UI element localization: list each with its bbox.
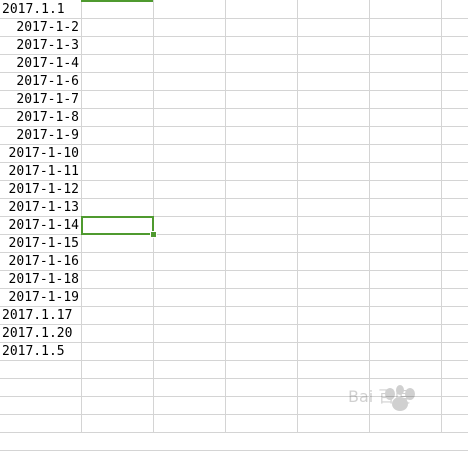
spreadsheet-grid[interactable]: 2017.1.1 2017-1-2 2017-1-3 2017-1-4 2017-1-6… bbox=[0, 0, 468, 451]
watermark: Bai 百度 bbox=[328, 364, 458, 424]
cell-a2[interactable]: 2017-1-2 bbox=[0, 19, 81, 37]
cell-a1[interactable]: 2017.1.1 bbox=[0, 1, 81, 19]
cell-a16[interactable]: 2017-1-18 bbox=[0, 271, 81, 289]
fill-handle[interactable] bbox=[150, 231, 157, 238]
cell-a3[interactable]: 2017-1-3 bbox=[0, 37, 81, 55]
row-gridline bbox=[0, 414, 468, 415]
baidu-paw-icon: Bai 百度 bbox=[348, 385, 415, 411]
cell-a19[interactable]: 2017.1.20 bbox=[0, 325, 81, 343]
cell-a10[interactable]: 2017-1-11 bbox=[0, 163, 81, 181]
cell-a15[interactable]: 2017-1-16 bbox=[0, 253, 81, 271]
cell-a20[interactable]: 2017.1.5 bbox=[0, 343, 81, 361]
cell-a11[interactable]: 2017-1-12 bbox=[0, 181, 81, 199]
cell-a12[interactable]: 2017-1-13 bbox=[0, 199, 81, 217]
selected-column-indicator bbox=[81, 0, 153, 2]
cell-a18[interactable]: 2017.1.17 bbox=[0, 307, 81, 325]
cell-a4[interactable]: 2017-1-4 bbox=[0, 55, 81, 73]
row-gridline bbox=[0, 432, 468, 433]
cell-a8[interactable]: 2017-1-9 bbox=[0, 127, 81, 145]
cell-a6[interactable]: 2017-1-7 bbox=[0, 91, 81, 109]
cell-a7[interactable]: 2017-1-8 bbox=[0, 109, 81, 127]
cell-a13[interactable]: 2017-1-14 bbox=[0, 217, 81, 235]
cell-a14[interactable]: 2017-1-15 bbox=[0, 235, 81, 253]
cell-a17[interactable]: 2017-1-19 bbox=[0, 289, 81, 307]
row-gridline bbox=[0, 378, 468, 379]
cell-a9[interactable]: 2017-1-10 bbox=[0, 145, 81, 163]
selected-cell[interactable] bbox=[81, 216, 154, 235]
cell-a5[interactable]: 2017-1-6 bbox=[0, 73, 81, 91]
row-gridline bbox=[0, 396, 468, 397]
